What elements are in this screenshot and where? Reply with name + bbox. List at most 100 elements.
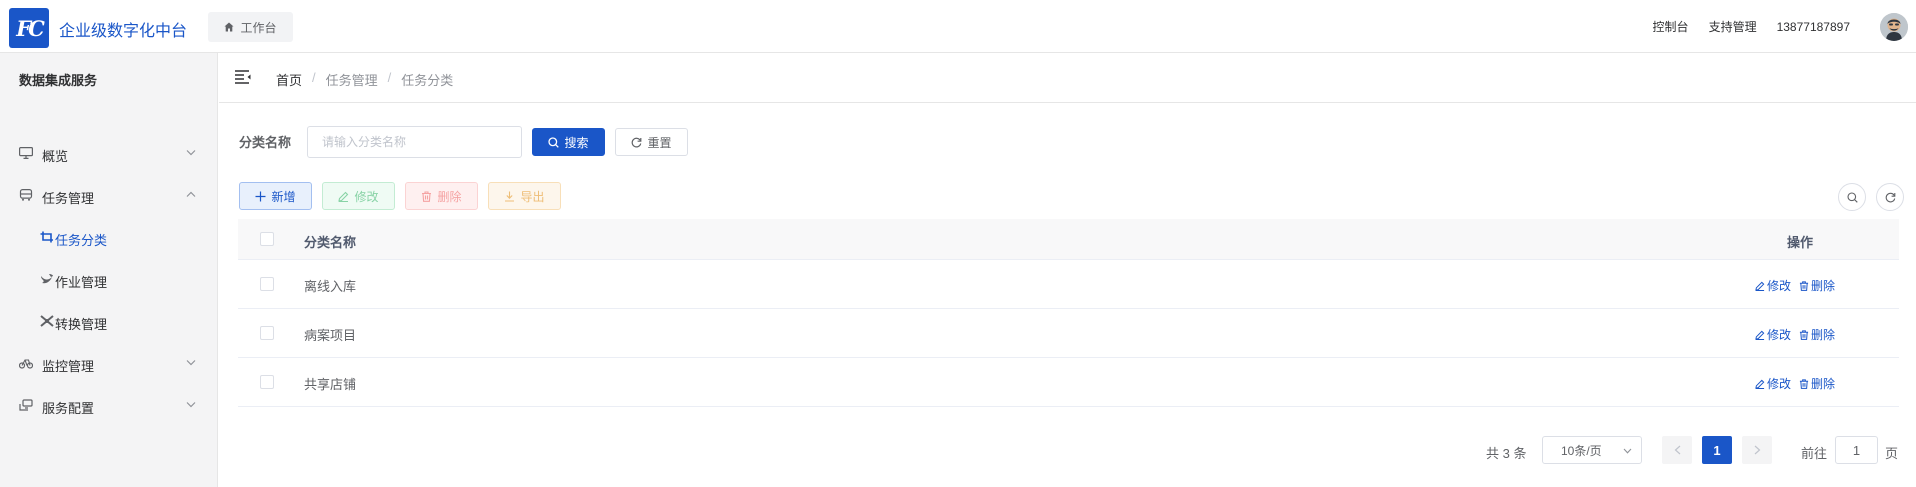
cell-category-name: 离线入库 <box>304 279 357 294</box>
chevron-down-icon <box>186 402 196 408</box>
table-row: 离线入库 修改 删除 <box>238 260 1899 309</box>
top-header: FC 企业级数字化中台 工作台 控制台 支持管理 13877187897 <box>0 0 1916 53</box>
breadcrumb: 首页 / 任务管理 / 任务分类 <box>276 70 453 89</box>
sidebar-item-label: 概览 <box>42 149 69 164</box>
chevron-right-icon <box>1754 445 1760 455</box>
row-delete-label: 删除 <box>1811 377 1836 391</box>
refresh-button[interactable] <box>1876 183 1904 211</box>
plus-icon <box>255 191 266 201</box>
edit-button-label: 修改 <box>354 189 379 204</box>
breadcrumb-separator: / <box>312 70 316 85</box>
row-actions: 修改 删除 <box>1755 326 1835 343</box>
add-button[interactable]: 新增 <box>239 182 312 210</box>
column-header-name: 分类名称 <box>304 235 357 250</box>
sidebar-item-monitoring[interactable]: 监控管理 <box>0 343 218 383</box>
row-delete-link[interactable]: 删除 <box>1799 326 1835 343</box>
sidebar-item-service-config[interactable]: 服务配置 <box>0 385 218 425</box>
reset-button-label: 重置 <box>647 135 672 150</box>
row-edit-link[interactable]: 修改 <box>1755 326 1791 343</box>
sidebar: 数据集成服务 概览 任务管理 任务分类 作业管理 转换管理 监控管理 服务配置 <box>0 53 218 487</box>
refresh-icon <box>1885 192 1895 202</box>
app-logo[interactable]: FC <box>9 8 49 48</box>
avatar[interactable] <box>1880 13 1908 41</box>
row-delete-link[interactable]: 删除 <box>1799 375 1835 392</box>
user-phone[interactable]: 13877187897 <box>1777 20 1850 34</box>
edit-icon <box>1755 379 1765 389</box>
menu-fold-icon[interactable] <box>235 70 251 84</box>
sidebar-item-label: 任务管理 <box>42 191 95 206</box>
top-links: 控制台 支持管理 13877187897 <box>1653 0 1916 53</box>
chevron-left-icon <box>1674 445 1680 455</box>
page-size-select[interactable]: 10条/页 <box>1542 436 1642 464</box>
sidebar-item-label: 监控管理 <box>42 359 95 374</box>
monitor-icon <box>19 147 33 159</box>
tab-workbench[interactable]: 工作台 <box>208 12 293 42</box>
sidebar-item-task-management[interactable]: 任务管理 <box>0 175 218 215</box>
delete-button[interactable]: 删除 <box>405 182 478 210</box>
service-config-icon <box>19 399 33 411</box>
row-actions: 修改 删除 <box>1755 277 1835 294</box>
breadcrumb-separator: / <box>387 70 392 85</box>
page-label: 页 <box>1885 446 1899 461</box>
refresh-icon <box>632 137 642 147</box>
trash-icon <box>1799 280 1809 291</box>
cell-category-name: 共享店铺 <box>304 377 357 392</box>
sidebar-item-task-category[interactable]: 任务分类 <box>0 217 218 257</box>
row-actions: 修改 删除 <box>1755 375 1835 392</box>
export-button-label: 导出 <box>520 189 545 204</box>
goto-page-input[interactable] <box>1835 436 1878 464</box>
table-header: 分类名称 操作 <box>238 219 1899 260</box>
row-checkbox[interactable] <box>260 326 274 340</box>
add-button-label: 新增 <box>271 189 296 204</box>
cell-category-name: 病案项目 <box>304 328 357 343</box>
edit-icon <box>1755 281 1765 291</box>
download-icon <box>505 191 515 202</box>
trash-icon <box>1799 378 1809 389</box>
sidebar-item-label: 作业管理 <box>55 275 108 290</box>
search-icon <box>548 136 560 148</box>
crop-icon <box>40 231 53 243</box>
category-table: 分类名称 操作 离线入库 修改 删除 病案项目 修改 删除 共享店铺 修改 删除 <box>238 219 1899 407</box>
prev-page-button[interactable] <box>1662 436 1692 464</box>
sidebar-item-transform-management[interactable]: 转换管理 <box>0 301 218 341</box>
row-checkbox[interactable] <box>260 277 274 291</box>
page-number-current[interactable]: 1 <box>1702 436 1732 464</box>
sidebar-item-label: 任务分类 <box>55 233 108 248</box>
row-checkbox[interactable] <box>260 375 274 389</box>
row-delete-link[interactable]: 删除 <box>1799 277 1835 294</box>
avatar-image <box>1880 13 1908 41</box>
row-edit-link[interactable]: 修改 <box>1755 277 1791 294</box>
search-button-label: 搜索 <box>564 135 589 150</box>
next-page-button[interactable] <box>1742 436 1772 464</box>
edit-button[interactable]: 修改 <box>322 182 395 210</box>
breadcrumb-task-management[interactable]: 任务管理 <box>326 70 378 89</box>
row-delete-label: 删除 <box>1811 328 1836 342</box>
sidebar-item-label: 服务配置 <box>42 401 95 416</box>
chevron-up-icon <box>186 191 196 197</box>
page-size-value: 10条/页 <box>1561 443 1602 458</box>
row-edit-label: 修改 <box>1767 328 1792 342</box>
chevron-down-icon <box>186 360 196 366</box>
sidebar-title: 数据集成服务 <box>19 73 98 88</box>
export-button[interactable]: 导出 <box>488 182 561 210</box>
category-name-input[interactable] <box>307 126 522 158</box>
edit-icon <box>1755 330 1765 340</box>
breadcrumb-task-category: 任务分类 <box>401 73 454 88</box>
search-button[interactable]: 搜索 <box>532 128 605 156</box>
edit-icon <box>338 191 349 202</box>
bird-icon <box>41 274 53 284</box>
app-title: 企业级数字化中台 <box>59 23 188 40</box>
row-edit-link[interactable]: 修改 <box>1755 375 1791 392</box>
toggle-search-button[interactable] <box>1838 183 1866 211</box>
logo-text: FC <box>16 15 45 41</box>
reset-button[interactable]: 重置 <box>615 128 688 156</box>
sidebar-item-overview[interactable]: 概览 <box>0 133 218 173</box>
console-link[interactable]: 控制台 <box>1653 18 1689 35</box>
breadcrumb-home[interactable]: 首页 <box>276 70 302 89</box>
select-all-checkbox[interactable] <box>260 232 274 246</box>
table-row: 病案项目 修改 删除 <box>238 309 1899 358</box>
sidebar-item-job-management[interactable]: 作业管理 <box>0 259 218 299</box>
home-icon <box>224 22 234 32</box>
bus-icon <box>19 189 33 201</box>
support-link[interactable]: 支持管理 <box>1709 18 1757 35</box>
